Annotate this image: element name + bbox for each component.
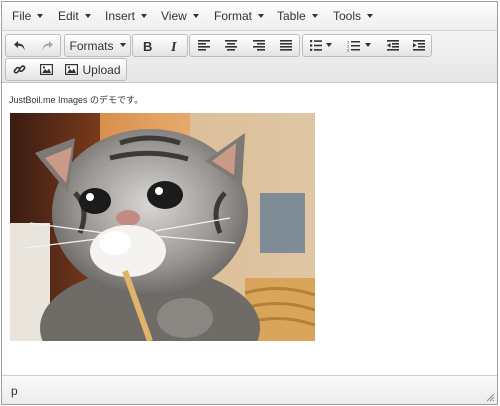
undo-redo-group [5, 34, 61, 57]
indent-button[interactable] [406, 35, 432, 56]
chevron-down-icon [192, 13, 199, 18]
kitten-image [10, 113, 315, 341]
outdent-icon [386, 40, 399, 51]
bullet-list-button[interactable] [303, 35, 339, 56]
menu-table[interactable]: Table [277, 9, 318, 23]
align-right-icon [252, 40, 265, 51]
chevron-down-icon[interactable] [326, 42, 332, 47]
formats-button[interactable]: Formats [65, 35, 130, 56]
editor-content[interactable]: JustBoil.me Images のデモです。 [2, 84, 497, 376]
align-left-button[interactable] [190, 35, 217, 56]
chevron-down-icon [84, 13, 91, 18]
formats-dropdown[interactable]: Formats [64, 34, 131, 57]
align-justify-icon [279, 40, 292, 51]
redo-icon [41, 40, 53, 50]
chevron-down-icon [141, 13, 148, 18]
italic-button[interactable]: I [160, 35, 187, 56]
undo-button[interactable] [6, 35, 33, 56]
menu-view-label: View [161, 9, 187, 23]
align-center-icon [225, 40, 237, 51]
chevron-down-icon [119, 42, 126, 47]
align-center-button[interactable] [217, 35, 245, 56]
chevron-down-icon [367, 13, 374, 18]
menu-view[interactable]: View [161, 9, 199, 23]
svg-text:B: B [143, 40, 152, 52]
bold-button[interactable]: B [133, 35, 160, 56]
numbered-list-button[interactable]: 123 [339, 35, 379, 56]
demo-text[interactable]: JustBoil.me Images のデモです。 [9, 93, 143, 106]
image-button[interactable] [33, 59, 60, 80]
chevron-down-icon [258, 13, 265, 18]
rich-text-editor: File Edit Insert View Format Table Tools… [1, 1, 498, 405]
image-icon [40, 64, 53, 75]
text-style-group: B I [132, 34, 188, 57]
align-right-button[interactable] [245, 35, 272, 56]
menu-insert[interactable]: Insert [105, 9, 148, 23]
toolbar: Formats B I 1 2 3 Upload [2, 31, 497, 83]
italic-icon: I [170, 40, 177, 52]
statusbar: p [2, 375, 497, 404]
indent-icon [413, 40, 425, 51]
link-button[interactable] [6, 59, 33, 80]
upload-image-icon [65, 64, 79, 75]
menu-edit[interactable]: Edit [58, 9, 91, 23]
alignment-group [189, 34, 300, 57]
bullet-list-icon [310, 40, 322, 51]
upload-label: Upload [82, 62, 121, 77]
align-left-icon [197, 40, 210, 51]
align-justify-button[interactable] [272, 35, 299, 56]
redo-button[interactable] [33, 35, 60, 56]
menu-format-label: Format [214, 9, 253, 23]
link-icon [13, 65, 26, 74]
kitten-photo[interactable] [10, 113, 315, 341]
chevron-down-icon[interactable] [365, 42, 371, 47]
insert-group: Upload [5, 58, 127, 81]
menu-format[interactable]: Format [214, 9, 265, 23]
list-indent-group: 123 [302, 34, 432, 57]
menu-file-label: File [12, 9, 32, 23]
menu-file[interactable]: File [12, 9, 44, 23]
svg-text:3: 3 [347, 47, 350, 51]
menu-tools[interactable]: Tools [333, 9, 374, 23]
menu-edit-label: Edit [58, 9, 79, 23]
menu-tools-label: Tools [333, 9, 362, 23]
chevron-down-icon [37, 13, 44, 18]
menu-table-label: Table [277, 9, 306, 23]
bold-icon: B [143, 40, 152, 52]
menu-insert-label: Insert [105, 9, 136, 23]
resize-handle-icon[interactable] [485, 392, 495, 402]
element-path[interactable]: p [11, 384, 18, 398]
numbered-list-icon: 123 [347, 40, 360, 52]
upload-button[interactable]: Upload [60, 59, 126, 80]
outdent-button[interactable] [379, 35, 406, 56]
menubar: File Edit Insert View Format Table Tools [2, 2, 497, 31]
undo-icon [13, 40, 25, 50]
chevron-down-icon [311, 13, 318, 18]
svg-text:I: I [170, 40, 177, 52]
formats-label: Formats [69, 38, 114, 53]
